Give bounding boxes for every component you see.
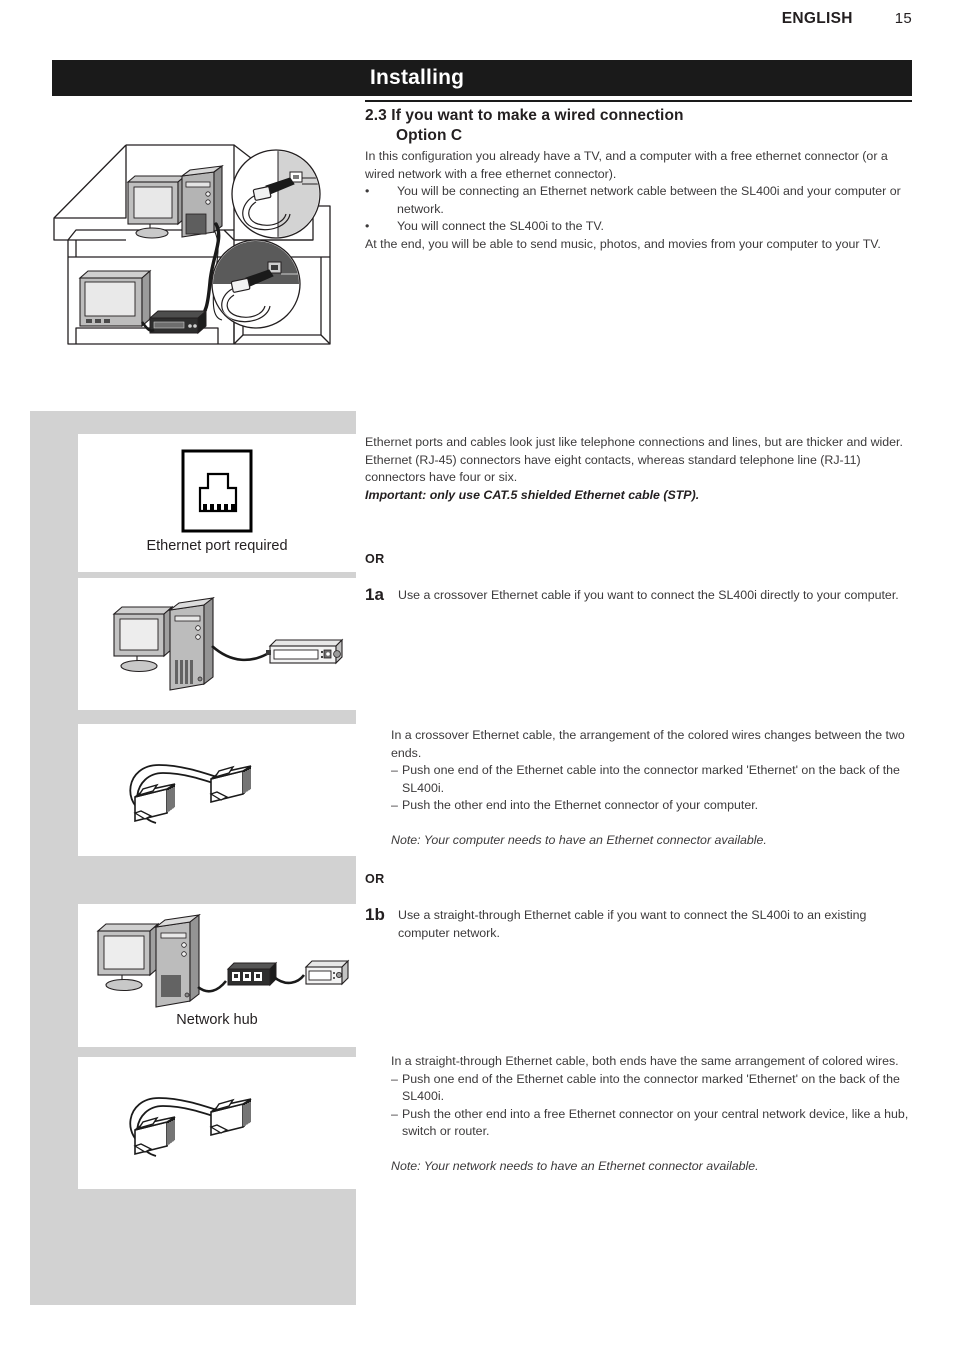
section-heading-line2: Option C (396, 127, 463, 144)
pointer-arrow-5 (339, 1069, 356, 1091)
bullet-text: You will connect the SL400i to the TV. (397, 219, 604, 234)
step-1b: 1b Use a straight-through Ethernet cable… (365, 905, 917, 942)
dash-marker: – (391, 798, 398, 813)
or-label-1: OR (365, 552, 385, 566)
house-cutaway-diagram (38, 132, 348, 372)
crossover-intro: In a crossover Ethernet cable, the arran… (391, 728, 905, 760)
dash-text: Push the other end into a free Ethernet … (402, 1106, 909, 1139)
crossover-note: Note: Your computer needs to have an Eth… (391, 832, 767, 847)
step-1a: 1a Use a crossover Ethernet cable if you… (365, 585, 917, 605)
crossover-dash-2: – Push the other end into the Ethernet c… (391, 797, 917, 815)
step-1b-number: 1b (365, 905, 385, 924)
or-label-2: OR (365, 872, 385, 886)
straight-dash-1: – Push one end of the Ethernet cable int… (391, 1071, 917, 1106)
pointer-arrow-3 (339, 736, 356, 758)
section-number: 2.3 (365, 107, 387, 124)
straight-note: Note: Your network needs to have an Ethe… (391, 1158, 759, 1173)
pointer-arrow-4 (339, 916, 356, 938)
figure-ethernet-port-caption: Ethernet port required (146, 538, 288, 554)
page-header: ENGLISH 15 (0, 10, 912, 28)
ethernet-important-note: Important: only use CAT.5 shielded Ether… (365, 487, 700, 502)
figure-ethernet-port: Ethernet port required (78, 434, 356, 572)
ethernet-info-block: Ethernet ports and cables look just like… (365, 434, 917, 504)
section-heading-line1: If you want to make a wired connection (391, 107, 684, 124)
bullet-text: You will be connecting an Ethernet netwo… (397, 184, 901, 216)
crossover-detail-block: In a crossover Ethernet cable, the arran… (391, 727, 917, 850)
section-intro-text: In this configuration you already have a… (365, 148, 917, 254)
ethernet-info-paragraph: Ethernet ports and cables look just like… (365, 435, 903, 485)
computer-hub-sl400i-icon (84, 911, 350, 1016)
intro-bullet-2: • You will connect the SL400i to the TV. (365, 218, 917, 236)
language-label: ENGLISH (781, 10, 853, 27)
step-1a-number: 1a (365, 585, 384, 604)
figure-column: Ethernet port required Network hub (30, 411, 356, 1305)
dash-marker: – (391, 1106, 398, 1121)
chapter-title-bar: Installing (52, 60, 912, 96)
figure-straight-cable (78, 1057, 356, 1189)
computer-to-sl400i-icon (92, 586, 344, 707)
section-intro-block: 2.3 If you want to make a wired connecti… (365, 106, 917, 254)
straight-detail-block: In a straight-through Ethernet cable, bo… (391, 1053, 917, 1176)
dash-text: Push one end of the Ethernet cable into … (402, 763, 900, 795)
dash-text: Push the other end into the Ethernet con… (402, 798, 759, 813)
intro-bullet-1: • You will be connecting an Ethernet net… (365, 183, 917, 218)
straight-intro: In a straight-through Ethernet cable, bo… (391, 1054, 899, 1068)
ethernet-cable-icon (103, 1082, 303, 1172)
dash-marker: – (391, 1071, 398, 1086)
bullet-marker: • (365, 219, 370, 234)
step-1a-text: Use a crossover Ethernet cable if you wa… (398, 588, 899, 602)
straight-dash-2: – Push the other end into a free Etherne… (391, 1106, 917, 1141)
figure-network-hub-caption: Network hub (176, 1012, 258, 1028)
figure-pc-direct (78, 578, 356, 710)
ethernet-cable-icon (103, 749, 303, 839)
pointer-arrow-1 (339, 490, 356, 512)
title-underline-rule (365, 100, 912, 102)
figure-crossover-cable (78, 724, 356, 856)
chapter-title: Installing (370, 66, 465, 89)
intro-paragraph: In this configuration you already have a… (365, 149, 888, 181)
section-heading: 2.3 If you want to make a wired connecti… (365, 106, 917, 146)
page-number: 15 (894, 10, 912, 27)
step-1b-text: Use a straight-through Ethernet cable if… (398, 908, 867, 940)
figure-network-hub: Network hub (78, 904, 356, 1047)
rj45-port-icon (181, 449, 253, 538)
bullet-marker: • (365, 184, 370, 199)
crossover-dash-1: – Push one end of the Ethernet cable int… (391, 762, 917, 797)
pointer-arrow-2 (339, 590, 356, 612)
dash-marker: – (391, 763, 398, 778)
intro-closing: At the end, you will be able to send mus… (365, 236, 881, 251)
dash-text: Push one end of the Ethernet cable into … (402, 1071, 900, 1104)
